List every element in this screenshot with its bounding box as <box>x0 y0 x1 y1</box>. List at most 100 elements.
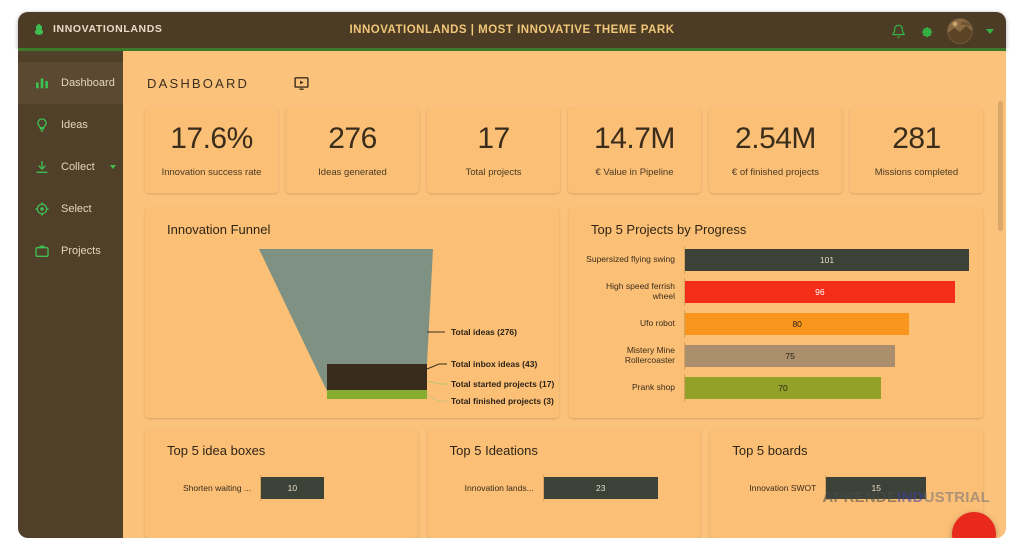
kpi-row: 17.6% Innovation success rate 276 Ideas … <box>145 107 983 193</box>
sidebar-item-ideas[interactable]: Ideas <box>18 104 123 146</box>
bar-row[interactable]: Ufo robot 80 <box>583 310 969 338</box>
app-window: INNOVATIONLANDS INNOVATIONLANDS | MOST I… <box>18 12 1006 538</box>
funnel-leader-line <box>426 363 447 370</box>
kpi-value: 276 <box>328 122 377 155</box>
panel-title: Innovation Funnel <box>167 222 271 237</box>
bar-row[interactable]: Mistery Mine Rollercoaster 75 <box>583 342 969 370</box>
bar-label: High speed ferrish wheel <box>606 281 675 301</box>
kpi-card[interactable]: 281 Missions completed <box>850 107 983 193</box>
kpi-label: Innovation success rate <box>161 167 262 178</box>
bar-value: 80 <box>685 313 910 335</box>
kpi-card[interactable]: 276 Ideas generated <box>286 107 419 193</box>
page-header: DASHBOARD <box>147 75 310 92</box>
top-idea-boxes-card: Top 5 idea boxes Shorten waiting ... 10 <box>145 429 418 538</box>
top-boards-card: Top 5 boards Innovation SWOT 15 <box>710 429 984 538</box>
bar-row[interactable]: Shorten waiting ... 10 <box>159 475 404 501</box>
funnel-stage-inbox-started <box>327 364 427 390</box>
avatar-image <box>948 19 972 43</box>
watermark-part-3: USTRIAL <box>923 489 990 506</box>
bar-track: 101 <box>684 246 969 274</box>
top-bar-title: INNOVATIONLANDS | MOST INNOVATIVE THEME … <box>349 24 675 36</box>
sidebar: Dashboard Ideas Collect Select Projects <box>18 51 123 538</box>
top-ideations-card: Top 5 Ideations Innovation lands... 23 <box>427 429 701 538</box>
kpi-value: 17 <box>477 122 510 155</box>
kpi-value: 17.6% <box>170 122 253 155</box>
watermark-part-2: IND <box>897 489 924 506</box>
bottom-card-row: Top 5 idea boxes Shorten waiting ... 10 … <box>145 429 984 538</box>
watermark: APRENDEINDUSTRIAL <box>822 489 990 506</box>
top-bar: INNOVATIONLANDS INNOVATIONLANDS | MOST I… <box>18 12 1006 51</box>
sidebar-item-projects[interactable]: Projects <box>18 230 123 272</box>
bar-track: 75 <box>684 342 969 370</box>
funnel-svg: Total ideas (276) Total inbox ideas (43)… <box>259 249 554 406</box>
bar-label: Shorten waiting ... <box>182 483 251 493</box>
card-title: Top 5 idea boxes <box>167 443 266 458</box>
sidebar-item-label: Projects <box>61 245 101 257</box>
page-title: DASHBOARD <box>147 76 250 91</box>
funnel-label-started-projects: Total started projects (17) <box>451 379 554 389</box>
bar-track: 10 <box>260 475 404 501</box>
bar-label: Ufo robot <box>640 318 675 329</box>
bar-row[interactable]: Supersized flying swing 101 <box>583 246 969 274</box>
presentation-play-icon[interactable] <box>293 75 310 92</box>
sidebar-item-dashboard[interactable]: Dashboard <box>18 62 123 104</box>
funnel-body <box>259 249 433 364</box>
bar-track: 96 <box>684 278 969 306</box>
kpi-card[interactable]: 2.54M € of finished projects <box>709 107 842 193</box>
bar-value: 96 <box>685 281 955 303</box>
bar-track: 70 <box>684 374 969 402</box>
bar-label: Supersized flying swing <box>586 254 675 265</box>
innovation-funnel-panel: Innovation Funnel Total ideas (276) Tota… <box>145 208 559 418</box>
bar-row[interactable]: High speed ferrish wheel 96 <box>583 278 969 306</box>
bell-icon[interactable] <box>891 24 906 39</box>
top-projects-bar-chart: Supersized flying swing 101 High speed f… <box>583 246 969 402</box>
sidebar-item-select[interactable]: Select <box>18 188 123 230</box>
chevron-down-icon[interactable] <box>109 165 116 169</box>
sidebar-item-label: Ideas <box>61 119 88 131</box>
bar-track: 80 <box>684 310 969 338</box>
bar-value: 101 <box>685 249 969 271</box>
bar-label: Prank shop <box>632 382 675 393</box>
bar-chart-icon <box>36 78 48 89</box>
sidebar-item-label: Collect <box>61 161 95 173</box>
vertical-scrollbar[interactable] <box>998 101 1003 231</box>
kpi-label: € Value in Pipeline <box>595 167 674 178</box>
card-title: Top 5 Ideations <box>449 443 538 458</box>
bar-value: 23 <box>543 477 658 499</box>
app-body: Dashboard Ideas Collect Select Projects … <box>18 51 1006 538</box>
main-content: DASHBOARD 17.6% Innovation success rate … <box>123 51 1006 538</box>
kpi-value: 281 <box>892 122 941 155</box>
kpi-card[interactable]: 14.7M € Value in Pipeline <box>568 107 701 193</box>
avatar[interactable] <box>947 18 973 44</box>
funnel-label-finished-projects: Total finished projects (3) <box>451 396 554 406</box>
download-icon <box>36 161 48 173</box>
kpi-card[interactable]: 17.6% Innovation success rate <box>145 107 278 193</box>
kpi-value: 2.54M <box>735 122 816 155</box>
kpi-value: 14.7M <box>594 122 675 155</box>
sidebar-item-collect[interactable]: Collect <box>18 146 123 188</box>
gear-icon[interactable] <box>919 24 934 39</box>
bar-label: Mistery Mine Rollercoaster <box>624 345 675 365</box>
lightbulb-icon <box>37 118 47 132</box>
bar-row[interactable]: Prank shop 70 <box>583 374 969 402</box>
kpi-card[interactable]: 17 Total projects <box>427 107 560 193</box>
funnel-chart: Total ideas (276) Total inbox ideas (43)… <box>145 236 559 414</box>
bar-label: Innovation lands... <box>464 483 534 493</box>
funnel-label-inbox-ideas: Total inbox ideas (43) <box>451 359 537 369</box>
kpi-label: Missions completed <box>874 167 959 178</box>
top-bar-actions <box>891 18 994 44</box>
kpi-label: Total projects <box>465 167 522 178</box>
bar-label: Innovation SWOT <box>749 483 817 493</box>
bar-track: 23 <box>542 475 687 501</box>
bar-row[interactable]: Innovation lands... 23 <box>442 475 687 501</box>
watermark-part-1: APRENDE <box>822 489 898 506</box>
kpi-label: Ideas generated <box>318 167 387 178</box>
sidebar-item-label: Select <box>61 203 92 215</box>
chevron-down-icon[interactable] <box>986 28 994 34</box>
briefcase-icon <box>35 245 49 257</box>
card-title: Top 5 boards <box>732 443 808 458</box>
bar-value: 10 <box>261 477 324 499</box>
sidebar-item-label: Dashboard <box>61 77 115 89</box>
panel-title: Top 5 Projects by Progress <box>591 222 747 237</box>
kpi-label: € of finished projects <box>731 167 820 178</box>
